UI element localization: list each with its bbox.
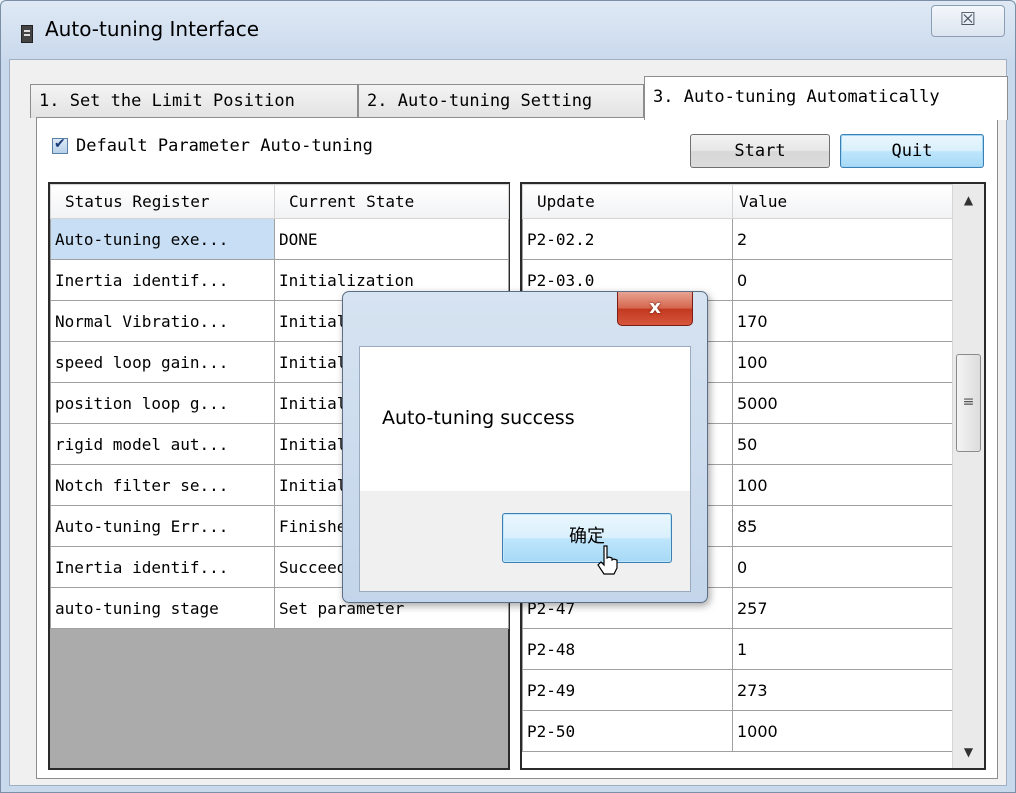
status-register-cell[interactable]: Auto-tuning exe...	[50, 218, 275, 260]
current-state-header[interactable]: Current State	[274, 184, 509, 219]
status-row[interactable]: Auto-tuning exe... DONE	[50, 218, 509, 260]
app-icon	[21, 25, 33, 43]
update-param-cell[interactable]: P2-50	[522, 710, 733, 752]
dialog-close-button[interactable]: x	[617, 292, 693, 326]
update-param-cell[interactable]: P2-02.2	[522, 218, 733, 260]
window-close-button[interactable]: ☒	[931, 5, 1005, 37]
mouse-pointer-icon	[597, 545, 618, 575]
status-register-cell[interactable]: Auto-tuning Err...	[50, 505, 275, 547]
quit-button[interactable]: Quit	[840, 134, 984, 168]
title-bar[interactable]: Auto-tuning Interface ☒	[1, 1, 1015, 57]
update-value-cell[interactable]: 257	[732, 587, 953, 629]
status-register-cell[interactable]: rigid model aut...	[50, 423, 275, 465]
update-param-cell[interactable]: P2-48	[522, 628, 733, 670]
update-value-cell[interactable]: 1	[732, 628, 953, 670]
message-dialog: x Auto-tuning success 确定	[342, 291, 708, 603]
update-row[interactable]: P2-50 1000	[522, 710, 953, 752]
status-register-cell[interactable]: Normal Vibratio...	[50, 300, 275, 342]
update-header[interactable]: Update	[522, 184, 733, 219]
update-row[interactable]: P2-02.2 2	[522, 218, 953, 260]
status-register-cell[interactable]: Inertia identif...	[50, 259, 275, 301]
update-value-cell[interactable]: 1000	[732, 710, 953, 752]
update-value-cell[interactable]: 100	[732, 464, 953, 506]
dialog-ok-button[interactable]: 确定	[502, 513, 672, 563]
window-title: Auto-tuning Interface	[45, 17, 260, 41]
status-header-row: Status Register Current State	[50, 184, 509, 219]
update-row[interactable]: P2-48 1	[522, 628, 953, 670]
scroll-down-icon[interactable]: ▼	[953, 736, 984, 768]
dialog-message-area: Auto-tuning success	[360, 347, 690, 491]
default-param-checkbox[interactable]	[52, 136, 68, 154]
default-param-label: Default Parameter Auto-tuning	[76, 136, 373, 156]
tab-auto-tuning-automatically[interactable]: 3. Auto-tuning Automatically	[644, 76, 1008, 120]
update-value-cell[interactable]: 273	[732, 669, 953, 711]
value-header[interactable]: Value	[732, 184, 953, 219]
update-value-cell[interactable]: 170	[732, 300, 953, 342]
scroll-up-icon[interactable]: ▲	[953, 184, 984, 216]
status-register-cell[interactable]: Notch filter se...	[50, 464, 275, 506]
update-value-cell[interactable]: 2	[732, 218, 953, 260]
update-value-cell[interactable]: 85	[732, 505, 953, 547]
status-register-cell[interactable]: speed loop gain...	[50, 341, 275, 383]
status-register-cell[interactable]: position loop g...	[50, 382, 275, 424]
update-value-cell[interactable]: 5000	[732, 382, 953, 424]
update-row[interactable]: P2-49 273	[522, 669, 953, 711]
scroll-thumb[interactable]: ≡	[956, 354, 981, 452]
start-button[interactable]: Start	[690, 134, 830, 168]
update-value-cell[interactable]: 0	[732, 259, 953, 301]
update-param-cell[interactable]: P2-49	[522, 669, 733, 711]
update-value-cell[interactable]: 0	[732, 546, 953, 588]
current-state-cell[interactable]: DONE	[274, 218, 509, 260]
tab-auto-tuning-setting[interactable]: 2. Auto-tuning Setting	[358, 84, 644, 118]
update-value-cell[interactable]: 50	[732, 423, 953, 465]
dialog-message: Auto-tuning success	[382, 407, 575, 429]
tab-set-limit-position[interactable]: 1. Set the Limit Position	[30, 84, 358, 118]
status-register-header[interactable]: Status Register	[50, 184, 275, 219]
default-param-checkbox-row[interactable]: Default Parameter Auto-tuning	[52, 134, 373, 158]
dialog-body: Auto-tuning success 确定	[359, 346, 691, 592]
status-register-cell[interactable]: Inertia identif...	[50, 546, 275, 588]
status-register-cell[interactable]: auto-tuning stage	[50, 587, 275, 629]
update-value-cell[interactable]: 100	[732, 341, 953, 383]
update-grid-scrollbar[interactable]: ▲ ≡ ▼	[952, 184, 984, 768]
update-header-row: Update Value	[522, 184, 953, 219]
